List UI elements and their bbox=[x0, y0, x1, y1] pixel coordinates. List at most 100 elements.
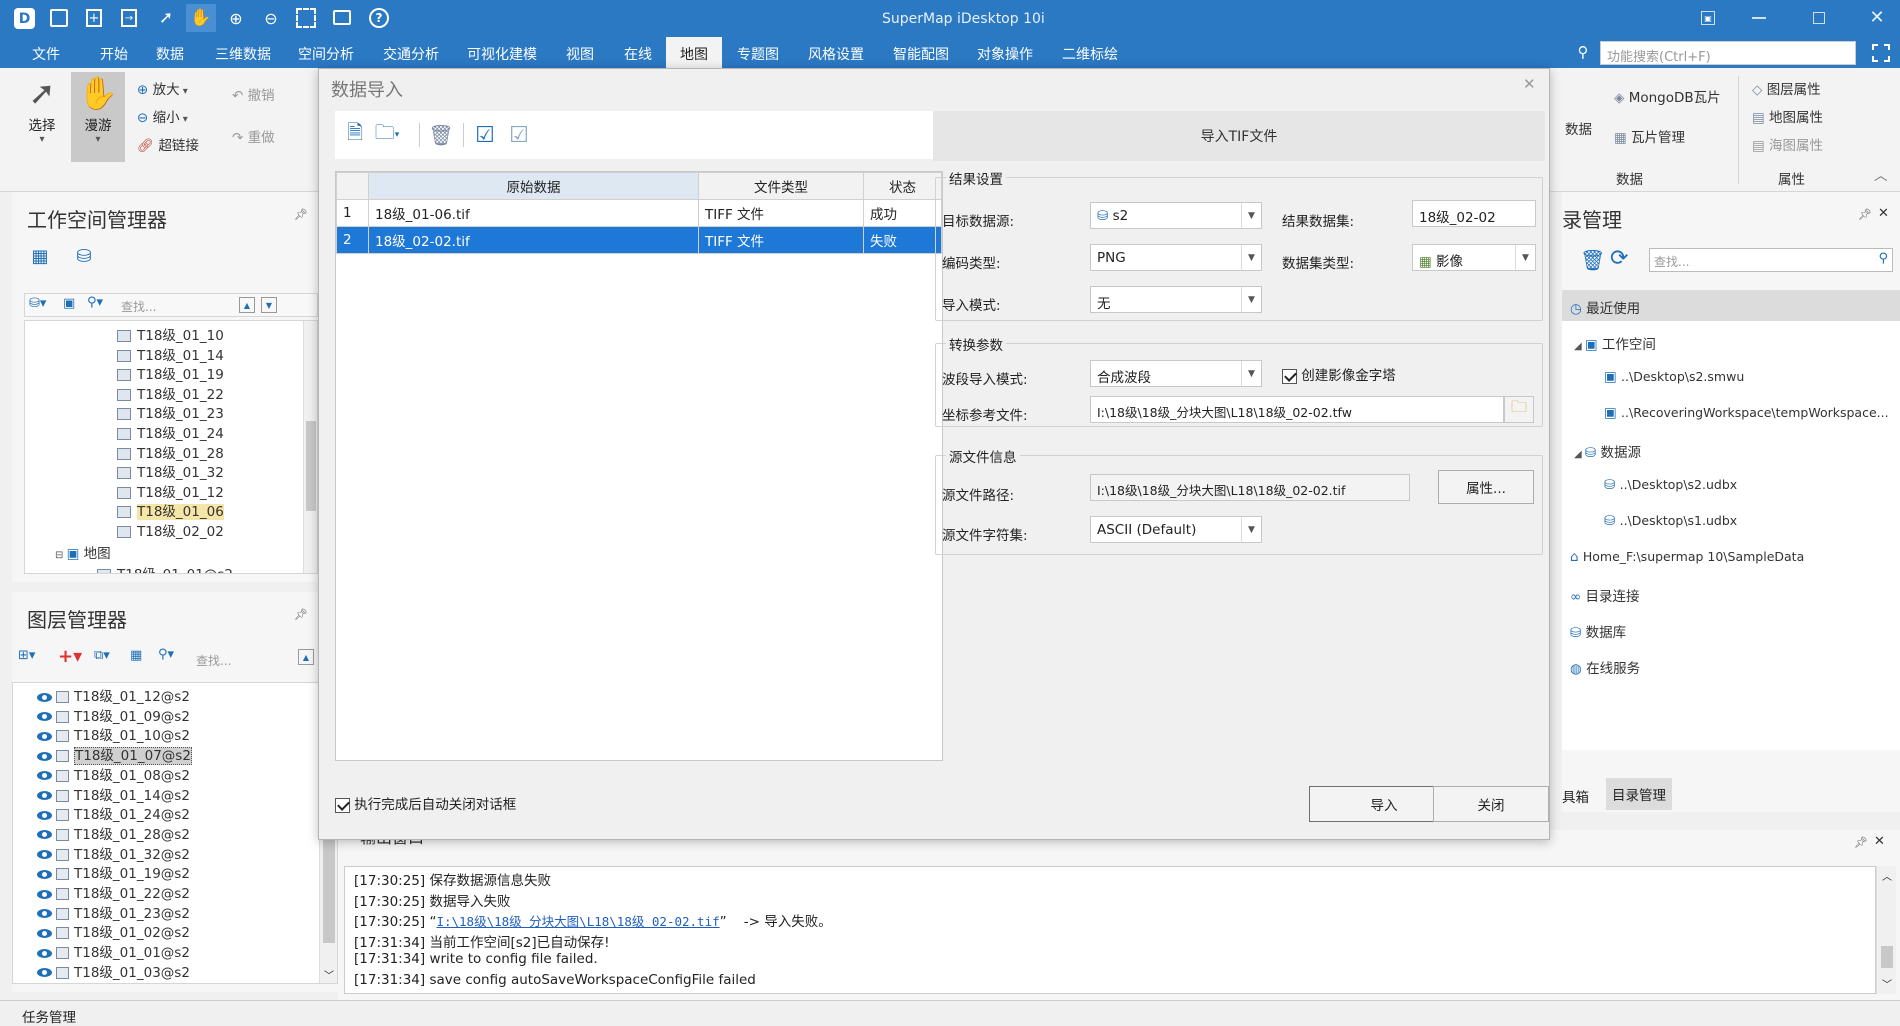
menu-5[interactable]: 交通分析 bbox=[383, 44, 439, 64]
visibility-eye-icon[interactable] bbox=[37, 948, 52, 958]
menu-7[interactable]: 视图 bbox=[566, 44, 594, 64]
visibility-eye-icon[interactable] bbox=[37, 968, 52, 978]
workspace-search-input[interactable]: 查找... bbox=[121, 298, 156, 315]
catalog-tab-catalog[interactable]: 目录管理 bbox=[1606, 778, 1672, 810]
file-row[interactable]: 1 18级_01-06.tif TIFF 文件 成功 bbox=[336, 199, 942, 227]
datasource-node[interactable]: ◢ ⛁ 数据源 bbox=[1574, 441, 1641, 461]
visibility-eye-icon[interactable] bbox=[37, 889, 52, 899]
visibility-eye-icon[interactable] bbox=[37, 731, 52, 741]
catalog-pin-icon[interactable]: 📌︎ bbox=[1858, 208, 1872, 221]
workspace-tree-item[interactable]: T18级_01_22 bbox=[117, 383, 224, 403]
layer-props-button[interactable]: ◇ 图层属性 bbox=[1752, 78, 1821, 98]
pyramid-checkbox[interactable]: 创建影像金字塔 bbox=[1282, 364, 1396, 384]
output-pin-icon[interactable]: 📌︎ bbox=[1854, 836, 1868, 849]
task-manager-label[interactable]: 任务管理 bbox=[22, 1006, 76, 1026]
scroll-thumb[interactable] bbox=[1881, 946, 1893, 968]
browse-folder-icon[interactable]: 🗀 bbox=[1504, 396, 1534, 423]
layer-item[interactable]: T18级_01_14@s2 bbox=[37, 784, 190, 804]
visibility-eye-icon[interactable] bbox=[37, 751, 52, 761]
import-mode-select[interactable]: 无 ▼ bbox=[1090, 286, 1262, 313]
map-props-button[interactable]: ▤ 地图属性 bbox=[1752, 106, 1823, 126]
menu-10[interactable]: 专题图 bbox=[737, 44, 779, 64]
visibility-eye-icon[interactable] bbox=[37, 692, 52, 702]
online-node[interactable]: ◍ 在线服务 bbox=[1570, 657, 1640, 677]
output-close-icon[interactable]: ✕ bbox=[1874, 834, 1885, 849]
catalog-tab-toolbox[interactable]: 具箱 bbox=[1562, 786, 1589, 806]
catalog-delete-icon[interactable]: 🗑︎ bbox=[1580, 248, 1605, 272]
menu-9[interactable]: 地图 bbox=[666, 37, 722, 68]
menu-2[interactable]: 数据 bbox=[156, 44, 184, 64]
menu-8[interactable]: 在线 bbox=[624, 44, 652, 64]
zoom-in-icon[interactable]: ⊕ bbox=[225, 7, 247, 29]
scroll-down-icon[interactable]: ﹀ bbox=[324, 967, 334, 982]
folder-icon[interactable] bbox=[333, 10, 351, 25]
workspace-tree-item[interactable]: T18级_01_12 bbox=[117, 481, 224, 501]
ws-item-2[interactable]: ▣ ..\RecoveringWorkspace\tempWorkspace..… bbox=[1604, 405, 1889, 421]
visibility-eye-icon[interactable] bbox=[37, 830, 52, 840]
visibility-eye-icon[interactable] bbox=[37, 810, 52, 820]
workspace-tree-item[interactable]: T18级_01_06 bbox=[117, 500, 224, 521]
band-mode-select[interactable]: 合成波段 ▼ bbox=[1090, 360, 1262, 387]
layer-props-icon2[interactable]: ▦ bbox=[130, 648, 142, 663]
layer-item[interactable]: T18级_01_07@s2 bbox=[37, 744, 192, 766]
layer-item[interactable]: T18级_01_24@s2 bbox=[37, 803, 190, 823]
layer-collapse-icon[interactable]: ▲ bbox=[298, 649, 314, 665]
visibility-eye-icon[interactable] bbox=[37, 869, 52, 879]
output-text-area[interactable]: [17:30:25] 保存数据源信息失败 [17:30:25] 数据导入失败 [17… bbox=[344, 866, 1876, 994]
resource-tab-icon[interactable]: ⛁ bbox=[72, 246, 96, 267]
pointer-icon[interactable]: ➚ bbox=[156, 7, 176, 29]
visibility-eye-icon[interactable] bbox=[37, 928, 52, 938]
scroll-down-icon[interactable]: ﹀ bbox=[1882, 976, 1892, 991]
home-node[interactable]: ⌂ Home_F:\supermap 10\SampleData bbox=[1570, 549, 1804, 565]
visibility-eye-icon[interactable] bbox=[37, 771, 52, 781]
restore-icon[interactable] bbox=[1813, 12, 1825, 24]
layer-item[interactable]: T18级_01_22@s2 bbox=[37, 882, 190, 902]
workspace-tree-item[interactable]: T18级_01_28 bbox=[117, 442, 224, 462]
visibility-eye-icon[interactable] bbox=[37, 850, 52, 860]
zoom-out-icon[interactable]: ⊖ bbox=[260, 7, 282, 29]
close-button[interactable]: 关闭 bbox=[1433, 786, 1549, 822]
layer-item[interactable]: T18级_01_09@s2 bbox=[37, 705, 190, 725]
ds-type-select[interactable]: ▦ 影像 ▼ bbox=[1412, 244, 1536, 271]
dialog-close-icon[interactable]: ✕ bbox=[1523, 75, 1536, 93]
chart-props-button[interactable]: ▤ 海图属性 bbox=[1752, 134, 1823, 154]
encode-select[interactable]: PNG ▼ bbox=[1090, 244, 1262, 271]
catalog-search-input[interactable]: 查找... ⚲ bbox=[1649, 248, 1893, 272]
layer-item[interactable]: T18级_01_01@s2 bbox=[37, 941, 190, 961]
output-file-link[interactable]: I:\18级\18级 分块大图\L18\18级 02-02.tif bbox=[436, 914, 719, 929]
menu-0[interactable]: 文件 bbox=[32, 44, 60, 64]
col-source[interactable]: 原始数据 bbox=[368, 172, 699, 200]
coord-file-input[interactable]: I:\18级\18级_分块大图\L18\18级_02-02.tfw bbox=[1090, 396, 1504, 423]
layer-group-icon[interactable]: ⧉▾ bbox=[94, 648, 110, 663]
layer-search-input[interactable]: 查找... bbox=[196, 652, 231, 669]
roam-tool-button[interactable]: ✋ 漫游 ▾ bbox=[71, 72, 125, 162]
menu-4[interactable]: 空间分析 bbox=[298, 44, 354, 64]
properties-button[interactable]: 属性... bbox=[1438, 470, 1534, 504]
menu-1[interactable]: 开始 bbox=[100, 44, 128, 64]
workspace-tree-item[interactable]: T18级_01_32 bbox=[117, 461, 224, 481]
search-down-icon[interactable]: ▼ bbox=[261, 297, 277, 313]
target-ds-select[interactable]: ⛁ s2 ▼ bbox=[1090, 202, 1262, 229]
menu-14[interactable]: 二维标绘 bbox=[1062, 44, 1118, 64]
workspace-tree-item[interactable]: T18级_01_19 bbox=[117, 363, 224, 383]
add-folder-icon[interactable]: 🗀 ▾ bbox=[373, 120, 401, 149]
visibility-eye-icon[interactable] bbox=[37, 909, 52, 919]
map-node[interactable]: ⊟ ▣ 地图 bbox=[55, 542, 111, 562]
redo-button[interactable]: ↷ 重做 bbox=[232, 126, 275, 146]
select-tool-button[interactable]: ➚ 选择 ▾ bbox=[12, 72, 72, 160]
zoom-in-button[interactable]: ⊕ 放大 ▾ bbox=[137, 78, 188, 98]
scroll-up-icon[interactable]: ︿ bbox=[1882, 868, 1892, 883]
layer-search-icon[interactable]: ⚲▾ bbox=[158, 647, 174, 662]
ds-item-2[interactable]: ⛁ ..\Desktop\s1.udbx bbox=[1604, 513, 1737, 529]
conn-node[interactable]: ∞ 目录连接 bbox=[1570, 585, 1640, 605]
workspace-tree-item[interactable]: T18级_01_14 bbox=[117, 344, 224, 364]
catalog-close-icon[interactable]: ✕ bbox=[1878, 206, 1889, 221]
menu-13[interactable]: 对象操作 bbox=[977, 44, 1033, 64]
layer-item[interactable]: T18级_01_08@s2 bbox=[37, 764, 190, 784]
menu-12[interactable]: 智能配图 bbox=[893, 44, 949, 64]
open-icon[interactable]: → bbox=[121, 9, 137, 27]
db-node[interactable]: ⛁ 数据库 bbox=[1570, 621, 1626, 641]
layer-item[interactable]: T18级_01_05@s2 bbox=[37, 981, 190, 984]
panel-pin-icon[interactable]: 📌︎ bbox=[294, 208, 308, 221]
layer-item[interactable]: T18级_01_23@s2 bbox=[37, 902, 190, 922]
